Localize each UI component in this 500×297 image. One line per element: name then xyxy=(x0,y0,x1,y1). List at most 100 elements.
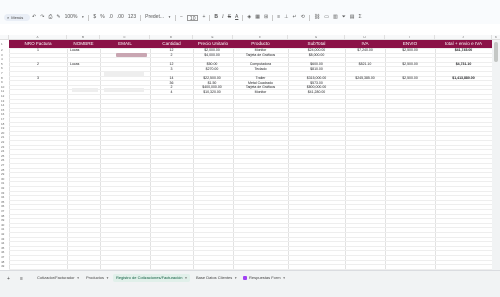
cell-iva[interactable]: $821.10 xyxy=(345,62,385,66)
cell-producto[interactable]: Computadora xyxy=(233,62,288,66)
font-size-input[interactable]: 10 xyxy=(186,14,199,22)
merge-cells-icon[interactable]: ⊞ xyxy=(264,14,268,21)
cell-subtotal[interactable]: $315,000.00 xyxy=(288,76,345,80)
menus-search[interactable]: ⌕ Menús xyxy=(4,14,30,21)
cell-subtotal[interactable]: $810.00 xyxy=(288,67,345,71)
cell-cantidad[interactable]: 2 xyxy=(150,53,193,57)
row-header[interactable]: 49 xyxy=(0,264,9,269)
cell-producto[interactable]: Tarjeta de Gráficos xyxy=(233,53,288,57)
header-cantidad[interactable]: Cantidad xyxy=(150,40,193,48)
cell-precio[interactable]: $400,000.00 xyxy=(193,85,231,89)
cell-producto[interactable]: Monitor xyxy=(233,48,288,52)
cell-iva[interactable]: $245,385.00 xyxy=(345,76,385,80)
italic-button[interactable]: I xyxy=(222,14,224,21)
percent-format-button[interactable]: % xyxy=(100,14,104,21)
number-format-button[interactable]: 123 xyxy=(128,14,136,21)
header-precio-unitario[interactable]: Precio Unitario xyxy=(193,40,233,48)
chevron-down-icon[interactable]: ▼ xyxy=(106,276,109,280)
tab-base-datos-clientes[interactable]: Base Datos Clientes ▼ xyxy=(193,274,240,282)
chevron-down-icon[interactable]: ▼ xyxy=(283,276,286,280)
zoom-select[interactable]: 100% xyxy=(65,14,78,21)
chevron-down-icon[interactable]: ▼ xyxy=(168,14,171,21)
cell-producto[interactable]: Trailer xyxy=(233,76,288,80)
cell-cantidad[interactable]: 3 xyxy=(150,67,193,71)
tab-respuestas-form[interactable]: Respuestas Form ▼ xyxy=(240,274,289,282)
cell-cantidad[interactable]: 4 xyxy=(150,90,193,94)
header-iva[interactable]: IVA xyxy=(345,40,385,48)
cell-precio[interactable]: $4,000.00 xyxy=(193,53,231,57)
cell-factura[interactable]: 2 xyxy=(9,62,67,66)
cell-precio[interactable]: $1.50 xyxy=(193,81,231,85)
header-subtotal[interactable]: SubTotal xyxy=(288,40,345,48)
font-size-decrease-icon[interactable]: − xyxy=(180,14,183,21)
cell-precio[interactable]: $50.00 xyxy=(193,62,231,66)
cell-subtotal[interactable]: $573.00 xyxy=(288,81,345,85)
cell-nombre[interactable]: Lucas xyxy=(70,62,100,66)
vertical-scrollbar[interactable] xyxy=(492,40,500,270)
cell-precio[interactable]: $22,500.00 xyxy=(193,76,231,80)
undo-icon[interactable]: ↶ xyxy=(32,14,36,21)
chevron-down-icon[interactable]: ▼ xyxy=(184,276,187,280)
cell-cantidad[interactable]: 12 xyxy=(150,62,193,66)
cell-cantidad[interactable]: 2 xyxy=(150,85,193,89)
cell-precio[interactable]: $2,000.00 xyxy=(193,48,231,52)
cell-precio[interactable]: $270.00 xyxy=(193,67,231,71)
row-header[interactable]: 1 xyxy=(0,40,9,48)
increase-decimal-button[interactable]: .00 xyxy=(117,14,124,21)
strikethrough-button[interactable]: S xyxy=(228,14,231,21)
chevron-down-icon[interactable]: ▼ xyxy=(77,276,80,280)
insert-link-icon[interactable]: ⛓ xyxy=(314,14,320,21)
cell-factura[interactable]: 1 xyxy=(9,48,67,52)
cell-total[interactable]: $4,731.10 xyxy=(435,62,492,66)
cell-total[interactable]: $1,413,880.00 xyxy=(435,76,492,80)
tab-cotizador-facturador[interactable]: Cotizador/Facturador ▼ xyxy=(34,274,83,282)
header-nro-factura[interactable]: NRO Factura xyxy=(9,40,67,48)
insert-chart-icon[interactable]: ▥ xyxy=(333,14,338,21)
header-email[interactable]: EMAIL xyxy=(100,40,150,48)
tab-registro-cotizaciones[interactable]: Registro de Cotizaciones/Facturación ▼ xyxy=(113,274,191,282)
text-rotate-icon[interactable]: ⟲ xyxy=(301,14,305,21)
paint-format-icon[interactable]: ✎ xyxy=(56,14,60,21)
cell-producto[interactable]: Tarjeta de Gráficos xyxy=(233,85,288,89)
cell-producto[interactable]: Monitor xyxy=(233,90,288,94)
chevron-down-icon[interactable]: ▼ xyxy=(81,14,84,21)
header-total[interactable]: total + envio e IVA xyxy=(435,40,492,48)
bold-button[interactable]: B xyxy=(214,14,218,21)
cell-precio[interactable]: $10,320.00 xyxy=(193,90,231,94)
header-envio[interactable]: ENVIO xyxy=(385,40,435,48)
cell-nombre[interactable]: Lucas xyxy=(70,48,100,52)
cell-envio[interactable]: $2,500.00 xyxy=(385,48,435,52)
font-size-increase-icon[interactable]: + xyxy=(202,14,205,21)
currency-format-button[interactable]: $ xyxy=(93,14,96,21)
decrease-decimal-button[interactable]: .0 xyxy=(109,14,113,21)
borders-icon[interactable]: ▦ xyxy=(255,14,260,21)
filter-views-icon[interactable]: ▤ xyxy=(350,14,355,21)
scrollbar-thumb[interactable] xyxy=(494,42,498,62)
cell-total[interactable]: $41,745.00 xyxy=(435,48,492,52)
cell-cantidad[interactable]: 36 xyxy=(150,81,193,85)
all-sheets-icon[interactable]: ≡ xyxy=(20,276,23,282)
cell-subtotal[interactable]: $8,000.00 xyxy=(288,53,345,57)
cell-subtotal[interactable]: $41,280.00 xyxy=(288,90,345,94)
redo-icon[interactable]: ↷ xyxy=(40,14,44,21)
filter-icon[interactable]: ⏷ xyxy=(342,14,346,21)
cell-envio[interactable]: $2,500.00 xyxy=(385,62,435,66)
cell-subtotal[interactable]: $24,000.00 xyxy=(288,48,345,52)
cell-cantidad[interactable]: 12 xyxy=(150,48,193,52)
cell-cantidad[interactable]: 14 xyxy=(150,76,193,80)
add-sheet-icon[interactable]: + xyxy=(7,276,10,282)
insert-comment-icon[interactable]: ▭ xyxy=(324,14,329,21)
font-select[interactable]: Predet... xyxy=(145,14,164,21)
cell-subtotal[interactable]: $600.00 xyxy=(288,62,345,66)
text-color-button[interactable]: A xyxy=(235,14,238,21)
print-icon[interactable]: ⎙ xyxy=(48,14,52,21)
tab-productos[interactable]: Productos ▼ xyxy=(83,274,112,282)
cell-producto[interactable]: Teclado xyxy=(233,67,288,71)
chevron-down-icon[interactable]: ▼ xyxy=(234,276,237,280)
align-horizontal-icon[interactable]: ≡ xyxy=(277,14,280,21)
cell-factura[interactable]: 3 xyxy=(9,76,67,80)
cell-subtotal[interactable]: $800,000.00 xyxy=(288,85,345,89)
text-wrap-icon[interactable]: ↵ xyxy=(292,14,296,21)
cell-envio[interactable]: $2,500.00 xyxy=(385,76,435,80)
align-vertical-icon[interactable]: ⊥ xyxy=(284,14,288,21)
